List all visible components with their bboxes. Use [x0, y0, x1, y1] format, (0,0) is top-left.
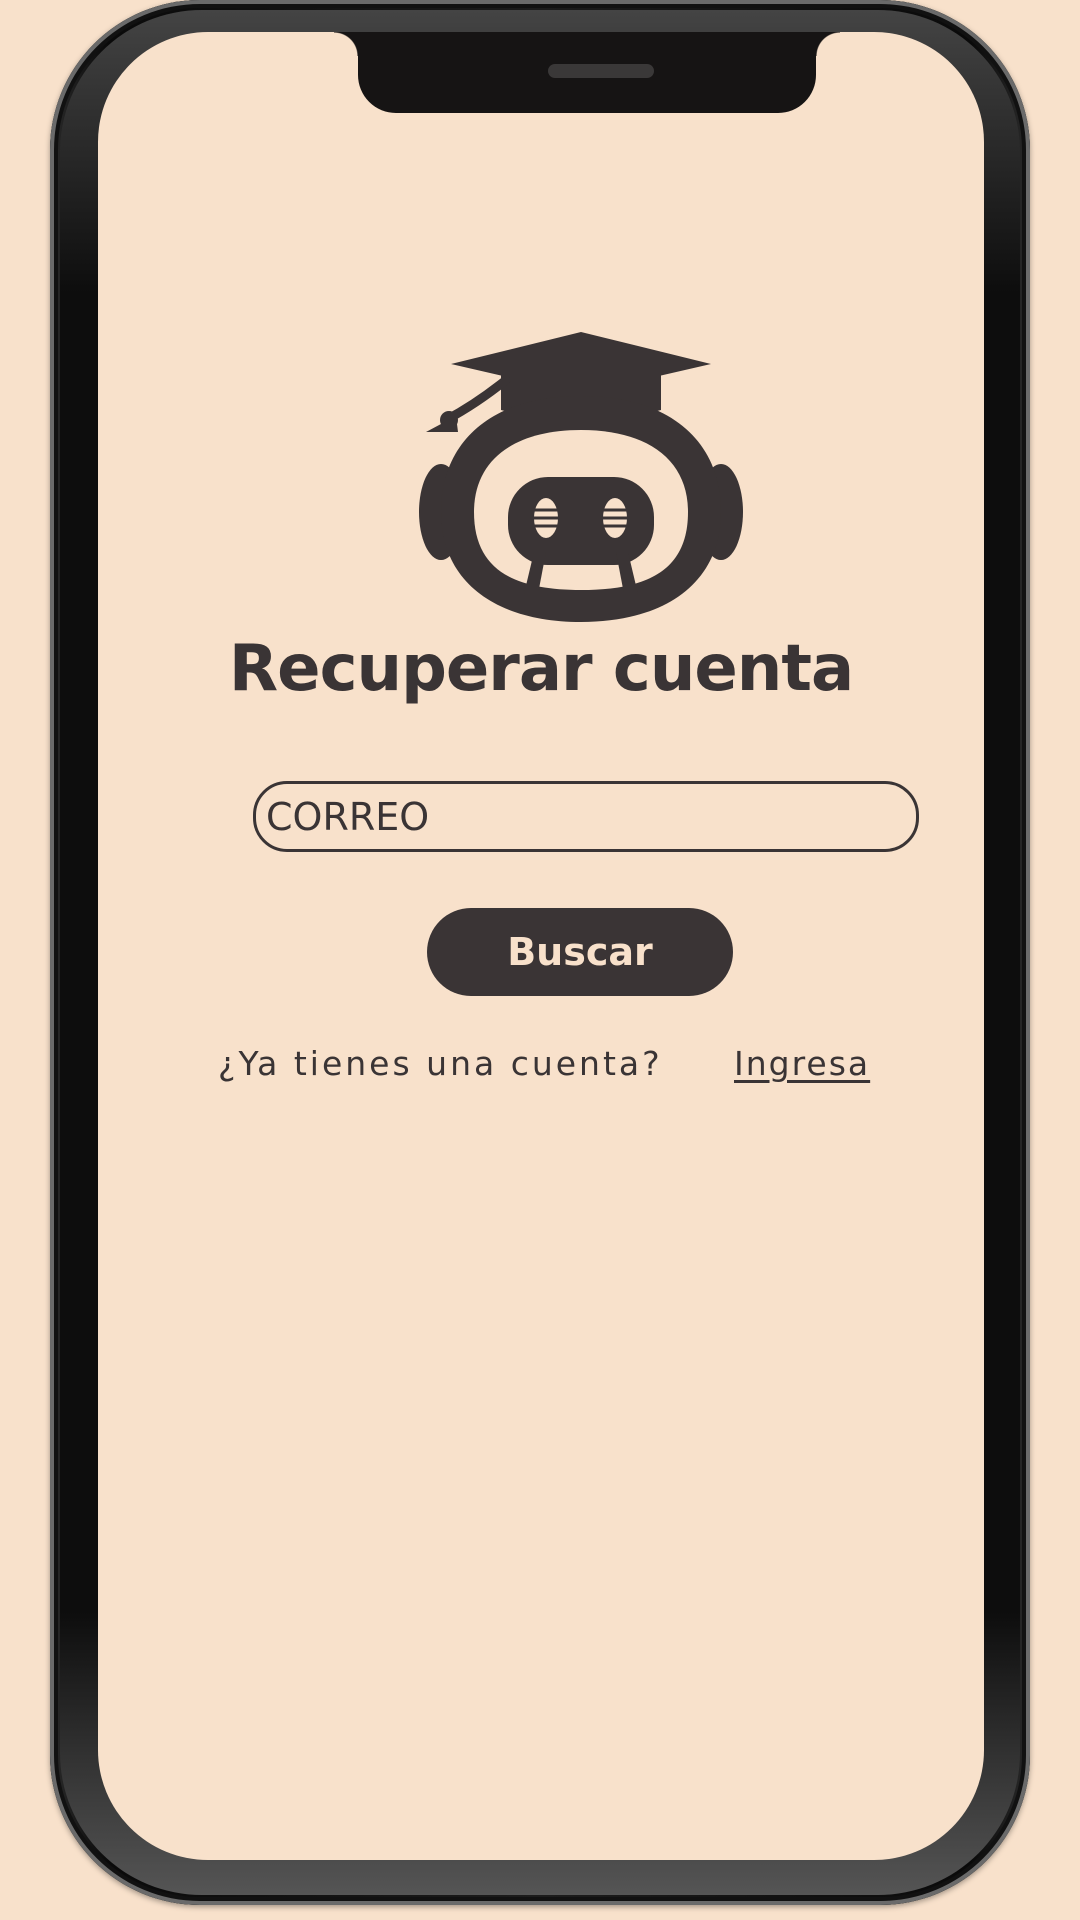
phone-notch	[334, 32, 840, 113]
app-stage: Recuperar cuenta Buscar ¿Ya tienes una c…	[0, 0, 1080, 1920]
account-prompt-text: ¿Ya tienes una cuenta?	[218, 1044, 663, 1083]
graduation-robot-icon	[419, 332, 743, 622]
email-field[interactable]	[253, 781, 919, 852]
phone-screen: Recuperar cuenta Buscar ¿Ya tienes una c…	[98, 32, 984, 1860]
page-title: Recuperar cuenta	[228, 632, 854, 706]
speaker-grille	[548, 64, 654, 78]
search-button[interactable]: Buscar	[427, 908, 733, 996]
login-link[interactable]: Ingresa	[734, 1044, 870, 1083]
